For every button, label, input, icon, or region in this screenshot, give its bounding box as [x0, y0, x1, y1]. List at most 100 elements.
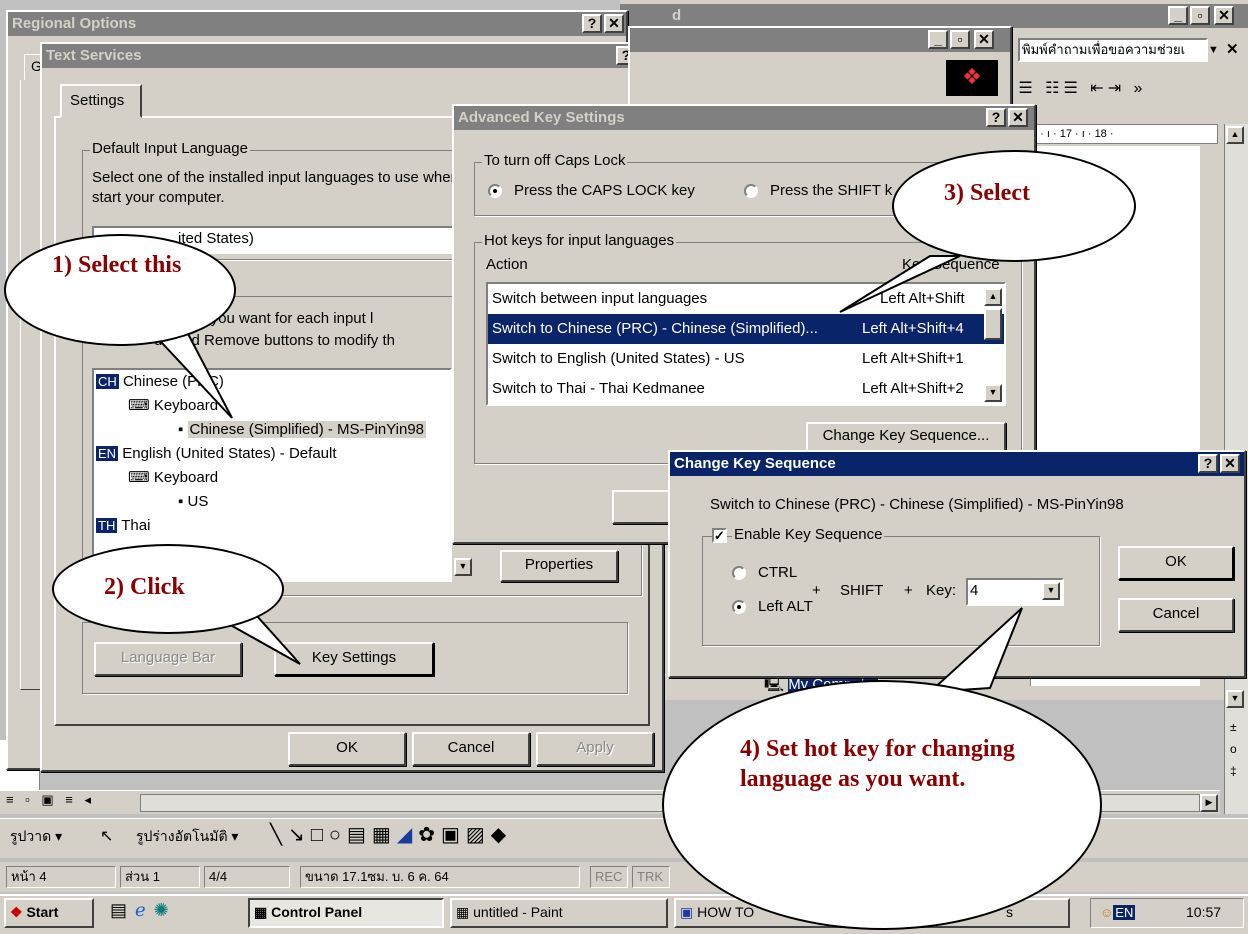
change-seq-subtitle: Switch to Chinese (PRC) - Chinese (Simpl…	[710, 496, 1124, 513]
justify-icon[interactable]: ☰	[1018, 80, 1036, 97]
word-help-dropdown-icon[interactable]: ▼	[1208, 44, 1219, 56]
line-icon[interactable]: ╲	[270, 824, 288, 846]
status-trk[interactable]: TRK	[632, 866, 670, 888]
hot-key-row[interactable]: Switch to Thai - Thai Kedmanee Left Alt+…	[488, 374, 1004, 404]
hscroll-right-button[interactable]: ▶	[1200, 794, 1218, 812]
rectangle-icon[interactable]: □	[311, 824, 329, 846]
decrease-indent-icon[interactable]: ⇤	[1090, 80, 1107, 97]
word-icon: ▣	[680, 904, 694, 920]
increase-indent-icon[interactable]: ⇥	[1108, 80, 1125, 97]
hot-key-row[interactable]: Switch between input languages Left Alt+…	[488, 284, 1004, 314]
change-seq-close-button[interactable]: ✕	[1220, 454, 1240, 473]
scroll-down-button[interactable]: ▼	[1226, 690, 1244, 708]
status-position: ขนาด 17.1ซม. บ. 6 ค. 64	[300, 866, 580, 888]
ok-button[interactable]: OK	[288, 732, 406, 766]
clipart-icon[interactable]: ✿	[418, 824, 441, 846]
diagram-icon[interactable]: ◢	[397, 824, 418, 846]
select-objects-icon[interactable]: ↖	[100, 826, 113, 846]
status-rec-text: REC	[595, 869, 623, 884]
callout-2-text: 2) Click	[104, 574, 185, 600]
more-buttons-icon[interactable]: »	[1134, 80, 1147, 97]
language-bar-button[interactable]: Language Bar	[94, 642, 242, 676]
tree-item-chinese-keyboard[interactable]: ⌨ Keyboard	[94, 394, 450, 418]
show-desktop-icon[interactable]: ▤	[110, 900, 135, 920]
channels-icon[interactable]: ✺	[154, 900, 177, 920]
control-panel-close-button[interactable]: ✕	[974, 30, 994, 49]
scroll-up-button[interactable]: ▲	[1226, 126, 1244, 144]
word-maximize-button[interactable]: ▫	[1190, 6, 1210, 25]
enable-key-sequence-checkbox[interactable]: ✓	[712, 528, 727, 543]
status-rec[interactable]: REC	[590, 866, 628, 888]
hot-key-row[interactable]: Switch to English (United States) - US L…	[488, 344, 1004, 374]
prev-page-icon[interactable]: ±	[1230, 720, 1237, 734]
hot-keys-group-label: Hot keys for input languages	[482, 232, 677, 249]
wordart-icon[interactable]: ▦	[372, 824, 397, 846]
start-button[interactable]: ❖ Start	[4, 898, 94, 928]
thai-code-icon: TH	[96, 518, 118, 533]
textbox-icon[interactable]: ▤	[347, 824, 372, 846]
word-close-button[interactable]: ✕	[1214, 6, 1234, 25]
regional-close-button[interactable]: ✕	[604, 14, 624, 33]
numbering-icon[interactable]: ☷	[1045, 80, 1063, 97]
change-seq-cancel-button[interactable]: Cancel	[1118, 598, 1234, 632]
select-browse-object-icon[interactable]: o	[1230, 742, 1237, 756]
key-settings-button[interactable]: Key Settings	[274, 642, 434, 676]
bullets-icon[interactable]: ☰	[1063, 80, 1081, 97]
draw-menu-button[interactable]: รูปวาด ▾	[10, 826, 62, 848]
taskbar-item-control-panel[interactable]: ▦ Control Panel	[248, 898, 444, 928]
hot-key-row-selected[interactable]: Switch to Chinese (PRC) - Chinese (Simpl…	[488, 314, 1004, 344]
ctrl-radio[interactable]	[732, 566, 746, 580]
control-panel-maximize-button[interactable]: ▫	[950, 30, 970, 49]
callout-4	[662, 680, 1102, 930]
word-doc-close-icon[interactable]: ✕	[1226, 40, 1239, 58]
taskbar-item-paint[interactable]: ▦ untitled - Paint	[450, 898, 668, 928]
tree-scroll-down-button[interactable]: ▼	[454, 558, 472, 576]
control-panel-minimize-button[interactable]: _	[928, 30, 948, 49]
advanced-title-bar: Advanced Key Settings	[454, 106, 1034, 130]
oval-icon[interactable]: ○	[329, 824, 347, 846]
tree-item-us[interactable]: ▪ US	[94, 490, 450, 514]
insert-image-icon[interactable]: ▨	[466, 824, 491, 846]
word-help-box[interactable]: พิมพ์คำถามเพื่อขอความช่วยเ	[1018, 38, 1208, 62]
paint-icon: ▦	[456, 904, 470, 920]
properties-button[interactable]: Properties	[500, 550, 618, 582]
hot-keys-list[interactable]: Switch between input languages Left Alt+…	[486, 282, 1006, 406]
next-page-icon[interactable]: ‡	[1230, 764, 1237, 778]
caps-lock-key-radio[interactable]	[488, 184, 502, 198]
computer-icon: 🖳	[764, 676, 785, 693]
view-buttons[interactable]: ≡ ▫ ▣ ≡ ◂	[6, 792, 95, 808]
regional-help-button[interactable]: ?	[582, 14, 602, 33]
arrow-icon[interactable]: ↘	[288, 824, 311, 846]
tree-label-english: English (United States) - Default	[122, 445, 337, 462]
change-seq-ok-button[interactable]: OK	[1118, 546, 1234, 580]
hot-keys-scroll-thumb[interactable]	[984, 308, 1002, 340]
fill-color-icon[interactable]: ◆	[491, 824, 512, 846]
status-page: หน้า 4	[6, 866, 116, 888]
picture-icon[interactable]: ▣	[441, 824, 466, 846]
advanced-help-button[interactable]: ?	[986, 108, 1006, 127]
tree-item-english[interactable]: EN English (United States) - Default	[94, 442, 450, 466]
hot-key-sequence: Left Alt+Shift+4	[862, 320, 964, 337]
tree-item-thai[interactable]: TH Thai	[94, 514, 450, 538]
key-select-dropdown-button[interactable]: ▼	[1042, 582, 1060, 600]
tab-settings[interactable]: Settings	[60, 84, 142, 118]
tree-item-chinese[interactable]: CH Chinese (PRC)	[94, 370, 450, 394]
hot-keys-scroll-down-button[interactable]: ▼	[984, 384, 1002, 402]
shift-key-radio[interactable]	[744, 184, 758, 198]
autoshapes-menu-button[interactable]: รูปร่างอัตโนมัติ ▾	[136, 826, 238, 848]
text-services-title: Text Services	[46, 47, 142, 64]
change-key-sequence-button[interactable]: Change Key Sequence...	[806, 422, 1006, 452]
change-seq-help-button[interactable]: ?	[1198, 454, 1218, 473]
ruler-numbers: 6 · ı · 17 · ı · 18 ·	[1031, 128, 1114, 140]
status-page-text: หน้า 4	[11, 869, 47, 884]
left-alt-radio[interactable]	[732, 600, 746, 614]
cancel-button[interactable]: Cancel	[412, 732, 530, 766]
tree-item-pinyin[interactable]: ▪ Chinese (Simplified) - MS-PinYin98	[94, 418, 450, 442]
advanced-close-button[interactable]: ✕	[1008, 108, 1028, 127]
input-language-indicator[interactable]: ☺ EN	[1100, 902, 1136, 924]
tree-item-english-keyboard[interactable]: ⌨ Keyboard	[94, 466, 450, 490]
hot-keys-scroll-up-button[interactable]: ▲	[984, 288, 1002, 306]
ie-icon[interactable]: ℯ	[135, 900, 154, 920]
apply-button[interactable]: Apply	[536, 732, 654, 766]
word-minimize-button[interactable]: _	[1168, 6, 1188, 25]
